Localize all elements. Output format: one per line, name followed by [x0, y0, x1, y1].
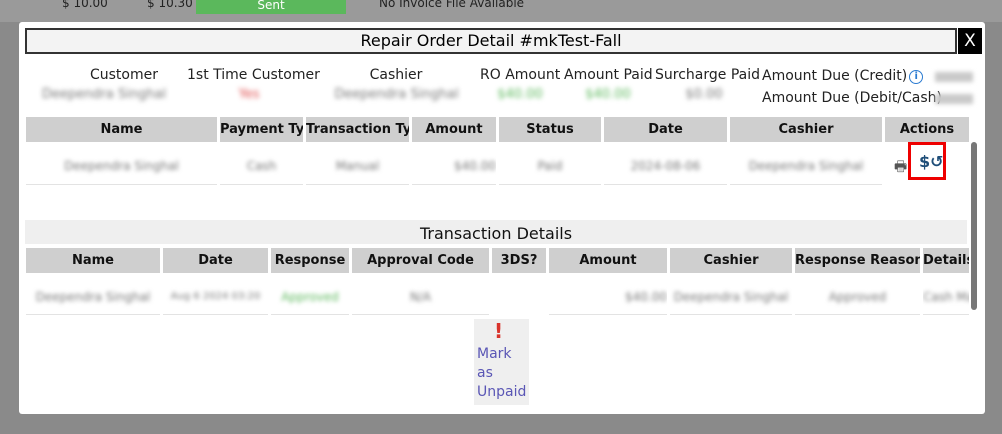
td-details: Cash Manual — [923, 280, 969, 315]
col-date: Date — [604, 117, 727, 142]
payment-type: Cash — [220, 148, 303, 185]
col-amount: Amount — [412, 117, 496, 142]
td-col-cashier: Cashier — [670, 248, 792, 273]
modal-title: Repair Order Detail #mkTest-Fall — [25, 28, 957, 54]
td-response: Approved — [271, 280, 349, 315]
first-time-label: 1st Time Customer — [187, 67, 320, 83]
col-transaction-type: Transaction Type — [306, 117, 409, 142]
col-name: Name — [26, 117, 217, 142]
scrollbar[interactable] — [971, 142, 977, 310]
amount-due-debit-label: Amount Due (Debit/Cash) — [762, 90, 943, 106]
td-approval-code: N/A — [352, 280, 489, 315]
info-icon[interactable]: i — [909, 70, 924, 84]
td-name: Deependra Singhal — [26, 280, 160, 315]
td-col-response-reason: Response Reason — [795, 248, 920, 273]
amount-due-credit-text: Amount Due (Credit) — [762, 68, 908, 84]
refund-icon[interactable]: $↺ — [919, 152, 944, 171]
td-date: Aug 6 2024 03:20 PM — [163, 280, 268, 315]
repair-order-modal: Repair Order Detail #mkTest-Fall X Custo… — [19, 22, 985, 414]
mark-unpaid-label: Mark as Unpaid — [477, 346, 527, 400]
transaction-details-title: Transaction Details — [25, 220, 967, 244]
payment-transaction-type: Manual — [306, 148, 409, 185]
col-actions: Actions — [885, 117, 969, 142]
bg-amount-2: $ 10.30 — [147, 0, 193, 10]
payment-amount: $40.00 — [412, 148, 496, 185]
background-row: $ 10.00 $ 10.30 Sent No Invoice File Ava… — [0, 0, 1002, 22]
td-col-approval-code: Approval Code — [352, 248, 489, 273]
col-status: Status — [499, 117, 601, 142]
td-col-3ds: 3DS? — [492, 248, 546, 273]
close-button[interactable]: X — [958, 28, 982, 54]
td-amount: $40.00 — [549, 280, 667, 315]
payment-name: Deependra Singhal — [26, 148, 217, 185]
amount-paid-value: $40.00 — [585, 87, 631, 102]
td-col-response: Response — [271, 248, 349, 273]
td-col-details: Details — [923, 248, 969, 273]
td-response-reason: Approved — [795, 280, 920, 315]
td-col-amount: Amount — [549, 248, 667, 273]
ro-amount-label: RO Amount — [480, 67, 561, 83]
payment-date: 2024-08-06 — [604, 148, 727, 185]
surcharge-label: Surcharge Paid — [655, 67, 760, 83]
bg-invoice-text: No Invoice File Available — [379, 0, 525, 10]
surcharge-value: $0.00 — [685, 87, 723, 102]
col-payment-type: Payment Type — [220, 117, 303, 142]
bg-status-sent: Sent — [196, 0, 346, 14]
customer-value: Deependra Singhal — [41, 87, 167, 102]
amount-due-credit-label: Amount Due (Credit) i — [762, 68, 924, 84]
td-col-name: Name — [26, 248, 160, 273]
payment-status: Paid — [499, 148, 601, 185]
bg-amount-1: $ 10.00 — [62, 0, 108, 10]
amount-due-credit-value — [935, 72, 973, 82]
amount-due-debit-value — [935, 94, 973, 104]
exclamation-icon: ! — [494, 319, 504, 343]
amount-paid-label: Amount Paid — [564, 67, 653, 83]
customer-label: Customer — [89, 67, 158, 83]
ro-amount-value: $40.00 — [497, 87, 543, 102]
cashier-value: Deependra Singhal — [334, 87, 459, 102]
cashier-label: Cashier — [369, 67, 423, 83]
mark-unpaid-button[interactable]: ! Mark as Unpaid — [474, 319, 529, 405]
td-cashier: Deependra Singhal — [670, 280, 792, 315]
col-cashier: Cashier — [730, 117, 882, 142]
printer-icon[interactable]: 🖶 — [894, 156, 907, 180]
first-time-value: Yes — [238, 87, 260, 102]
payment-cashier: Deependra Singhal — [730, 148, 882, 185]
td-col-date: Date — [163, 248, 268, 273]
